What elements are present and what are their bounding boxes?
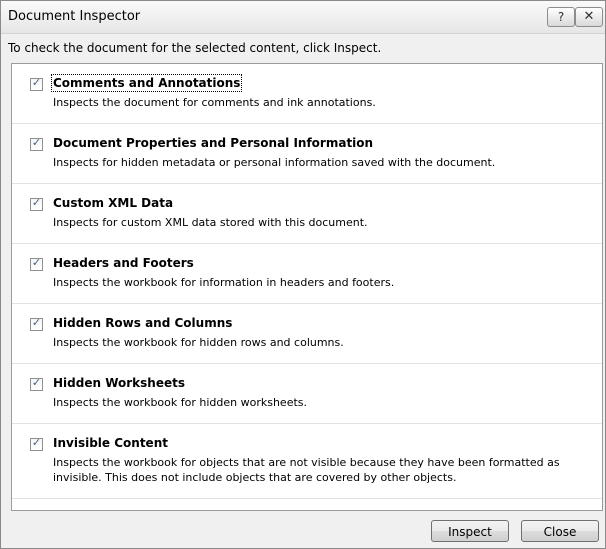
item-title: Headers and Footers [53, 256, 194, 270]
item-title: Comments and Annotations [50, 74, 243, 92]
checkmark-icon: ✓ [31, 256, 42, 269]
checkbox-invisible-content[interactable]: ✓ [30, 436, 43, 451]
title-bar: Document Inspector ? ✕ [1, 1, 605, 34]
document-inspector-dialog: Document Inspector ? ✕ To check the docu… [0, 0, 606, 549]
item-description: Inspects for hidden metadata or personal… [53, 156, 496, 169]
checkmark-icon: ✓ [31, 376, 42, 389]
checkbox-hidden-worksheets[interactable]: ✓ [30, 376, 43, 391]
window-title: Document Inspector [8, 9, 141, 24]
checkbox-headers-footers[interactable]: ✓ [30, 256, 43, 271]
item-description: Inspects the document for comments and i… [53, 96, 376, 109]
inspection-options-list: ✓ Comments and Annotations Inspects the … [11, 63, 603, 511]
item-title: Custom XML Data [53, 196, 174, 210]
item-description: Inspects the workbook for hidden rows an… [53, 336, 344, 349]
item-title: Hidden Worksheets [53, 376, 185, 390]
item-description: Inspects the workbook for objects that a… [53, 456, 560, 484]
item-title: Invisible Content [53, 436, 168, 450]
inspection-item-invisible-content: ✓ Invisible Content Inspects the workboo… [12, 424, 602, 499]
help-icon: ? [557, 10, 565, 24]
checkbox-custom-xml[interactable]: ✓ [30, 196, 43, 211]
item-description: Inspects for custom XML data stored with… [53, 216, 368, 229]
inspection-item-comments: ✓ Comments and Annotations Inspects the … [12, 64, 602, 124]
item-title: Hidden Rows and Columns [53, 316, 233, 330]
close-button[interactable]: Close [521, 520, 599, 542]
checkbox-hidden-rows-columns[interactable]: ✓ [30, 316, 43, 331]
item-description: Inspects the workbook for information in… [53, 276, 395, 289]
inspection-item-document-properties: ✓ Document Properties and Personal Infor… [12, 124, 602, 184]
help-button[interactable]: ? [547, 7, 575, 27]
window-close-button[interactable]: ✕ [575, 7, 603, 27]
item-title: Document Properties and Personal Informa… [53, 136, 374, 150]
checkmark-icon: ✓ [31, 196, 42, 209]
inspection-item-hidden-rows-columns: ✓ Hidden Rows and Columns Inspects the w… [12, 304, 602, 364]
close-icon: ✕ [583, 9, 595, 24]
checkmark-icon: ✓ [31, 136, 42, 149]
inspection-item-custom-xml: ✓ Custom XML Data Inspects for custom XM… [12, 184, 602, 244]
checkmark-icon: ✓ [31, 436, 42, 449]
item-description: Inspects the workbook for hidden workshe… [53, 396, 308, 409]
instruction-text: To check the document for the selected c… [8, 41, 382, 55]
checkmark-icon: ✓ [31, 76, 42, 89]
checkmark-icon: ✓ [31, 316, 42, 329]
inspection-item-headers-footers: ✓ Headers and Footers Inspects the workb… [12, 244, 602, 304]
inspection-item-hidden-worksheets: ✓ Hidden Worksheets Inspects the workboo… [12, 364, 602, 424]
checkbox-document-properties[interactable]: ✓ [30, 136, 43, 151]
inspect-button[interactable]: Inspect [431, 520, 509, 542]
checkbox-comments[interactable]: ✓ [30, 76, 43, 91]
